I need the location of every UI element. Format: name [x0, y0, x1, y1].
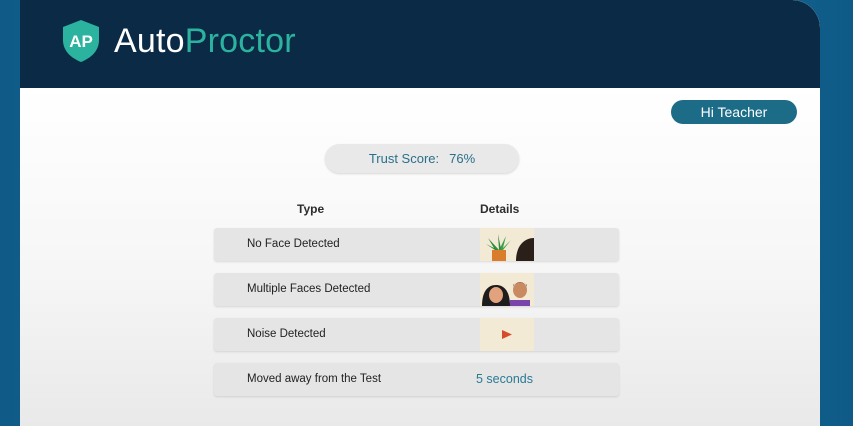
table-row: Moved away from the Test 5 seconds: [214, 363, 619, 396]
row-type-label: Multiple Faces Detected: [247, 283, 371, 295]
app-window: AP AutoProctor Hi Teacher Trust Score: 76…: [20, 0, 820, 426]
logo-mark-text: AP: [69, 32, 93, 51]
table-row: No Face Detected: [214, 228, 619, 261]
report-content: Hi Teacher Trust Score: 76% Type Details …: [20, 88, 820, 426]
app-logo: AP AutoProctor: [58, 18, 296, 64]
play-audio-thumbnail-icon[interactable]: [480, 318, 534, 351]
row-type-label: Noise Detected: [247, 328, 326, 340]
column-header-type: Type: [297, 202, 325, 216]
trust-score-pill: Trust Score: 76%: [325, 144, 519, 173]
plant-and-partial-head-thumbnail-icon[interactable]: [480, 228, 534, 261]
column-header-details: Details: [480, 202, 520, 216]
app-name-part1: Auto: [114, 22, 185, 60]
row-detail-text: 5 seconds: [476, 372, 533, 386]
row-type-label: Moved away from the Test: [247, 373, 382, 385]
row-type-label: No Face Detected: [247, 238, 340, 250]
two-faces-thumbnail-icon[interactable]: [480, 273, 534, 306]
shield-logo-icon: AP: [63, 20, 99, 62]
trust-score-value: 76%: [449, 151, 476, 166]
table-row: Multiple Faces Detected: [214, 273, 619, 306]
app-name-part2: Proctor: [184, 22, 296, 60]
table-row: Noise Detected: [214, 318, 619, 351]
trust-score-label: Trust Score:: [368, 151, 440, 166]
user-greeting-button[interactable]: Hi Teacher: [671, 100, 797, 124]
app-name: AutoProctor: [114, 21, 296, 61]
app-header: AP AutoProctor: [20, 0, 820, 88]
